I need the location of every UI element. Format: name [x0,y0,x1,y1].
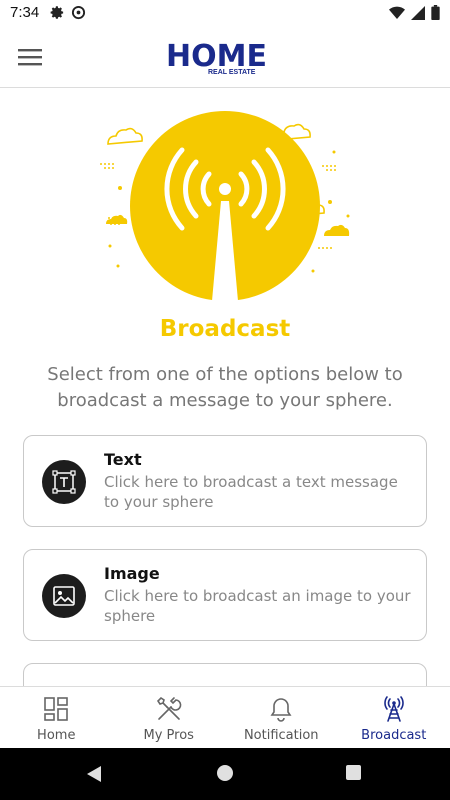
nav-broadcast-label: Broadcast [361,728,427,743]
tools-icon [156,696,182,720]
nav-notification[interactable]: Notification [225,687,338,748]
svg-text:REAL ESTATE: REAL ESTATE [208,69,256,76]
broadcast-illustration [100,111,350,301]
recents-square-icon[interactable] [346,765,361,780]
text-box-icon [42,460,86,504]
system-nav-bar [0,748,450,800]
broadcast-screen[interactable]: Broadcast Select from one of the options… [0,88,450,686]
partial-option-card[interactable] [23,663,427,686]
nav-my-pros[interactable]: My Pros [113,687,226,748]
text-option-description: Click here to broadcast a text message t… [104,473,398,511]
image-option-card[interactable]: Image Click here to broadcast an image t… [23,549,427,641]
back-icon[interactable] [86,765,102,783]
menu-icon[interactable] [16,45,44,69]
bottom-nav: Home My Pros Notification Broadcast [0,686,450,748]
battery-icon [431,5,440,20]
page-title: Broadcast [159,316,291,342]
image-option-description: Click here to broadcast an image to your… [104,587,411,625]
status-bar: 7:34 [0,0,450,26]
text-option-title: Text [104,450,142,469]
image-icon [42,574,86,618]
app-bar: HOME REAL ESTATE [0,26,450,88]
image-option-title: Image [104,564,160,583]
nav-broadcast[interactable]: Broadcast [338,687,450,748]
sync-icon [71,5,86,20]
wifi-icon [389,6,405,19]
nav-home-label: Home [37,728,76,743]
status-time: 7:34 [10,4,40,21]
antenna-icon [384,696,404,722]
status-right-icons [389,5,440,20]
settings-icon [50,6,64,19]
text-option-card[interactable]: Text Click here to broadcast a text mess… [23,435,427,527]
page-subtitle: Select from one of the options below to … [47,364,403,411]
bell-icon [270,698,292,722]
status-left-icons [50,5,86,20]
home-circle-icon[interactable] [217,765,233,781]
signal-icon [411,5,425,20]
nav-my-pros-label: My Pros [143,728,194,743]
grid-icon [44,697,69,721]
nav-notification-label: Notification [243,728,319,743]
home-real-estate-logo: HOME REAL ESTATE [166,39,267,76]
nav-home[interactable]: Home [0,687,113,748]
